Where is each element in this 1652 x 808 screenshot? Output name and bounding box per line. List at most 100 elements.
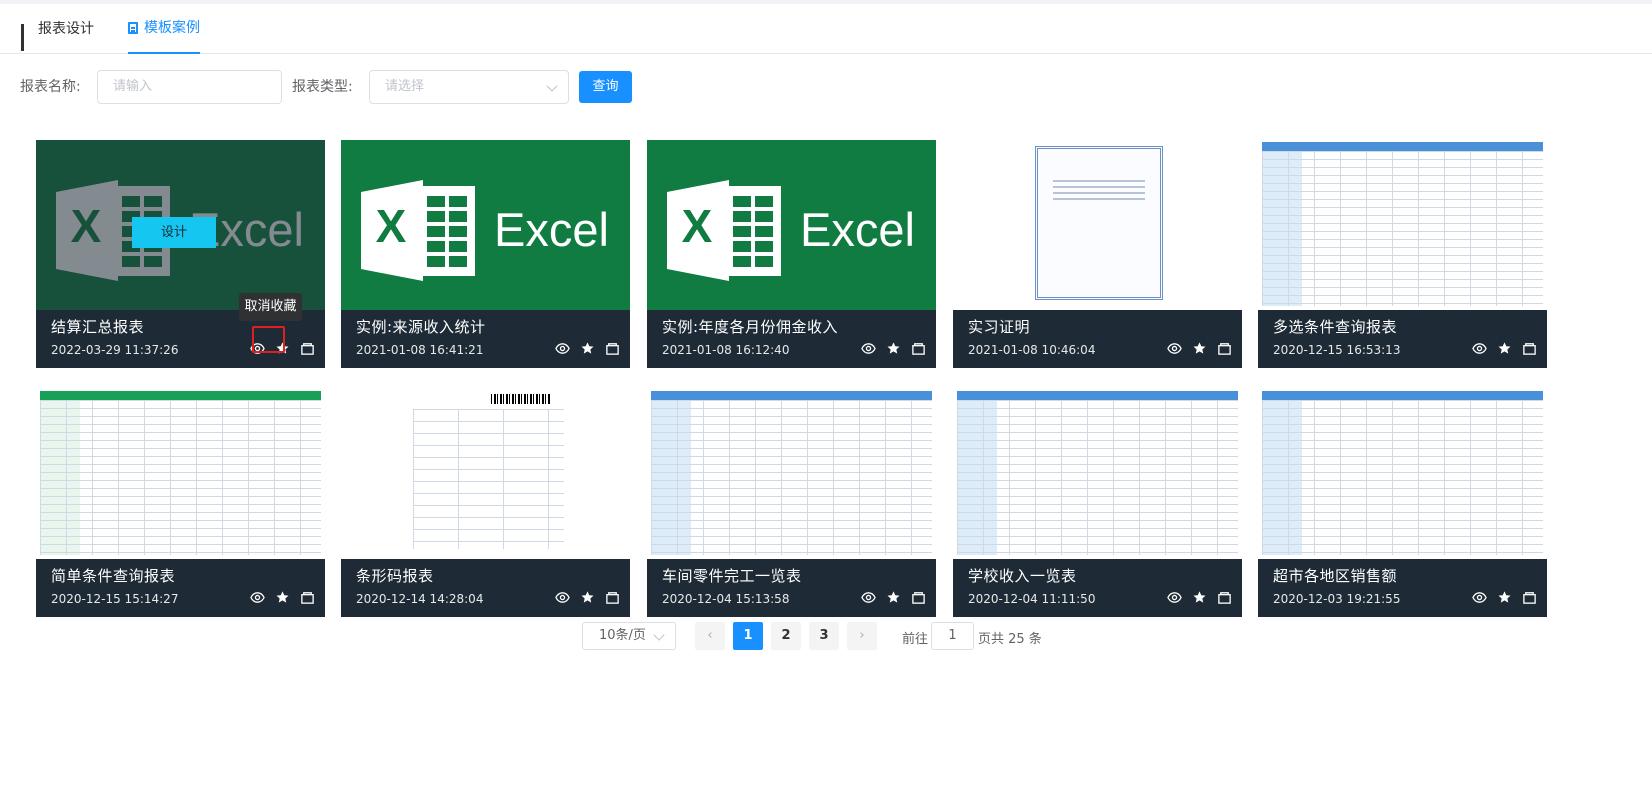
card-date: 2020-12-04 11:11:50 <box>968 592 1096 606</box>
card-footer: 实例:年度各月份佣金收入 2021-01-08 16:12:40 <box>647 310 936 368</box>
page-button-1[interactable]: 1 <box>733 622 763 650</box>
table-thumbnail <box>647 389 936 559</box>
goto-label: 前往 <box>902 632 929 647</box>
card-date: 2020-12-03 19:21:55 <box>1273 592 1401 606</box>
copy-template-icon[interactable] <box>910 589 926 605</box>
report-type-placeholder: 请选择 <box>385 79 425 94</box>
preview-eye-icon[interactable] <box>1166 589 1182 605</box>
card-footer: 多选条件查询报表 2020-12-15 16:53:13 <box>1258 310 1547 368</box>
favorite-star-icon[interactable] <box>274 340 290 356</box>
card-actions <box>1166 340 1232 356</box>
table-thumbnail <box>36 389 325 559</box>
prev-page-button[interactable]: ‹ <box>695 622 725 650</box>
favorite-star-icon[interactable] <box>1496 589 1512 605</box>
card-thumbnail: X Excel <box>341 140 630 310</box>
card-footer: 实例:来源收入统计 2021-01-08 16:41:21 <box>341 310 630 368</box>
preview-eye-icon[interactable] <box>554 340 570 356</box>
next-page-button[interactable]: › <box>847 622 877 650</box>
goto-page-input[interactable]: 1 <box>931 622 974 650</box>
template-card[interactable]: 多选条件查询报表 2020-12-15 16:53:13 <box>1258 140 1547 368</box>
card-title: 结算汇总报表 <box>51 318 145 336</box>
favorite-star-icon[interactable] <box>579 589 595 605</box>
card-actions <box>1471 340 1537 356</box>
card-actions <box>554 589 620 605</box>
card-date: 2022-03-29 11:37:26 <box>51 343 179 357</box>
report-name-input[interactable]: 请输入 <box>97 70 282 104</box>
tab-bar: 报表设计 模板案例 <box>0 4 1652 54</box>
card-thumbnail <box>341 389 630 559</box>
template-card[interactable]: X Excel 实例:年度各月份佣金收入 2021-01-08 16:12:40 <box>647 140 936 368</box>
excel-wordmark: Excel <box>800 203 915 256</box>
report-type-label: 报表类型: <box>292 79 353 95</box>
card-actions <box>1166 589 1232 605</box>
favorite-star-icon[interactable] <box>579 340 595 356</box>
copy-template-icon[interactable] <box>1521 589 1537 605</box>
template-card[interactable]: 实习证明 2021-01-08 10:46:04 <box>953 140 1242 368</box>
preview-eye-icon[interactable] <box>1471 589 1487 605</box>
preview-eye-icon[interactable] <box>554 589 570 605</box>
card-actions <box>554 340 620 356</box>
template-card[interactable]: 条形码报表 2020-12-14 14:28:04 <box>341 389 630 617</box>
template-card[interactable]: 简单条件查询报表 2020-12-15 15:14:27 <box>36 389 325 617</box>
card-footer: 条形码报表 2020-12-14 14:28:04 <box>341 559 630 617</box>
favorite-star-icon[interactable] <box>885 340 901 356</box>
card-thumbnail <box>1258 140 1547 310</box>
tab-report-design[interactable]: 报表设计 <box>21 4 94 54</box>
preview-eye-icon[interactable] <box>860 340 876 356</box>
table-thumbnail <box>1258 140 1547 310</box>
card-date: 2020-12-14 14:28:04 <box>356 592 484 606</box>
card-title: 实习证明 <box>968 318 1031 336</box>
favorite-star-icon[interactable] <box>1191 340 1207 356</box>
copy-template-icon[interactable] <box>1521 340 1537 356</box>
unfavorite-tooltip: 取消收藏 <box>239 293 302 321</box>
copy-template-icon[interactable] <box>604 589 620 605</box>
card-title: 多选条件查询报表 <box>1273 318 1398 336</box>
design-button[interactable]: 设计 <box>132 217 216 248</box>
copy-template-icon[interactable] <box>299 589 315 605</box>
copy-template-icon[interactable] <box>299 340 315 356</box>
card-thumbnail <box>647 389 936 559</box>
document-icon <box>128 22 138 34</box>
card-date: 2021-01-08 16:12:40 <box>662 343 790 357</box>
query-button[interactable]: 查询 <box>579 71 632 103</box>
page-size-select[interactable]: 10条/页 <box>582 622 676 650</box>
copy-template-icon[interactable] <box>604 340 620 356</box>
report-type-select[interactable]: 请选择 <box>369 70 569 104</box>
page-button-2[interactable]: 2 <box>771 622 801 650</box>
preview-eye-icon[interactable] <box>860 589 876 605</box>
copy-template-icon[interactable] <box>1216 340 1232 356</box>
tab-template-cases[interactable]: 模板案例 <box>128 4 200 54</box>
template-card[interactable]: 学校收入一览表 2020-12-04 11:11:50 <box>953 389 1242 617</box>
template-card[interactable]: XExcel设计结算汇总报表2022-03-29 11:37:26 <box>36 140 325 368</box>
total-label: 页共 25 条 <box>978 632 1042 647</box>
preview-eye-icon[interactable] <box>249 589 265 605</box>
card-thumbnail <box>953 140 1242 310</box>
card-thumbnail <box>1258 389 1547 559</box>
template-card[interactable]: 超市各地区销售额 2020-12-03 19:21:55 <box>1258 389 1547 617</box>
favorite-star-icon[interactable] <box>885 589 901 605</box>
page-button-3[interactable]: 3 <box>809 622 839 650</box>
copy-template-icon[interactable] <box>910 340 926 356</box>
card-date: 2021-01-08 10:46:04 <box>968 343 1096 357</box>
card-title: 条形码报表 <box>356 567 434 585</box>
card-title: 超市各地区销售额 <box>1273 567 1398 585</box>
card-thumbnail: X Excel <box>647 140 936 310</box>
template-card[interactable]: 车间零件完工一览表 2020-12-04 15:13:58 <box>647 389 936 617</box>
excel-thumbnail: X Excel <box>647 140 936 310</box>
template-card[interactable]: X Excel 实例:来源收入统计 2021-01-08 16:41:21 <box>341 140 630 368</box>
certificate-thumbnail <box>953 140 1242 310</box>
preview-eye-icon[interactable] <box>1471 340 1487 356</box>
copy-template-icon[interactable] <box>1216 589 1232 605</box>
card-title: 实例:来源收入统计 <box>356 318 486 336</box>
excel-wordmark: Excel <box>494 203 609 256</box>
favorite-star-icon[interactable] <box>274 589 290 605</box>
preview-eye-icon[interactable] <box>1166 340 1182 356</box>
preview-eye-icon[interactable] <box>249 340 265 356</box>
chevron-down-icon <box>546 80 558 92</box>
card-title: 学校收入一览表 <box>968 567 1077 585</box>
grid-icon <box>21 23 32 51</box>
favorite-star-icon[interactable] <box>1191 589 1207 605</box>
card-thumbnail <box>36 389 325 559</box>
tab-label: 模板案例 <box>144 20 200 36</box>
favorite-star-icon[interactable] <box>1496 340 1512 356</box>
